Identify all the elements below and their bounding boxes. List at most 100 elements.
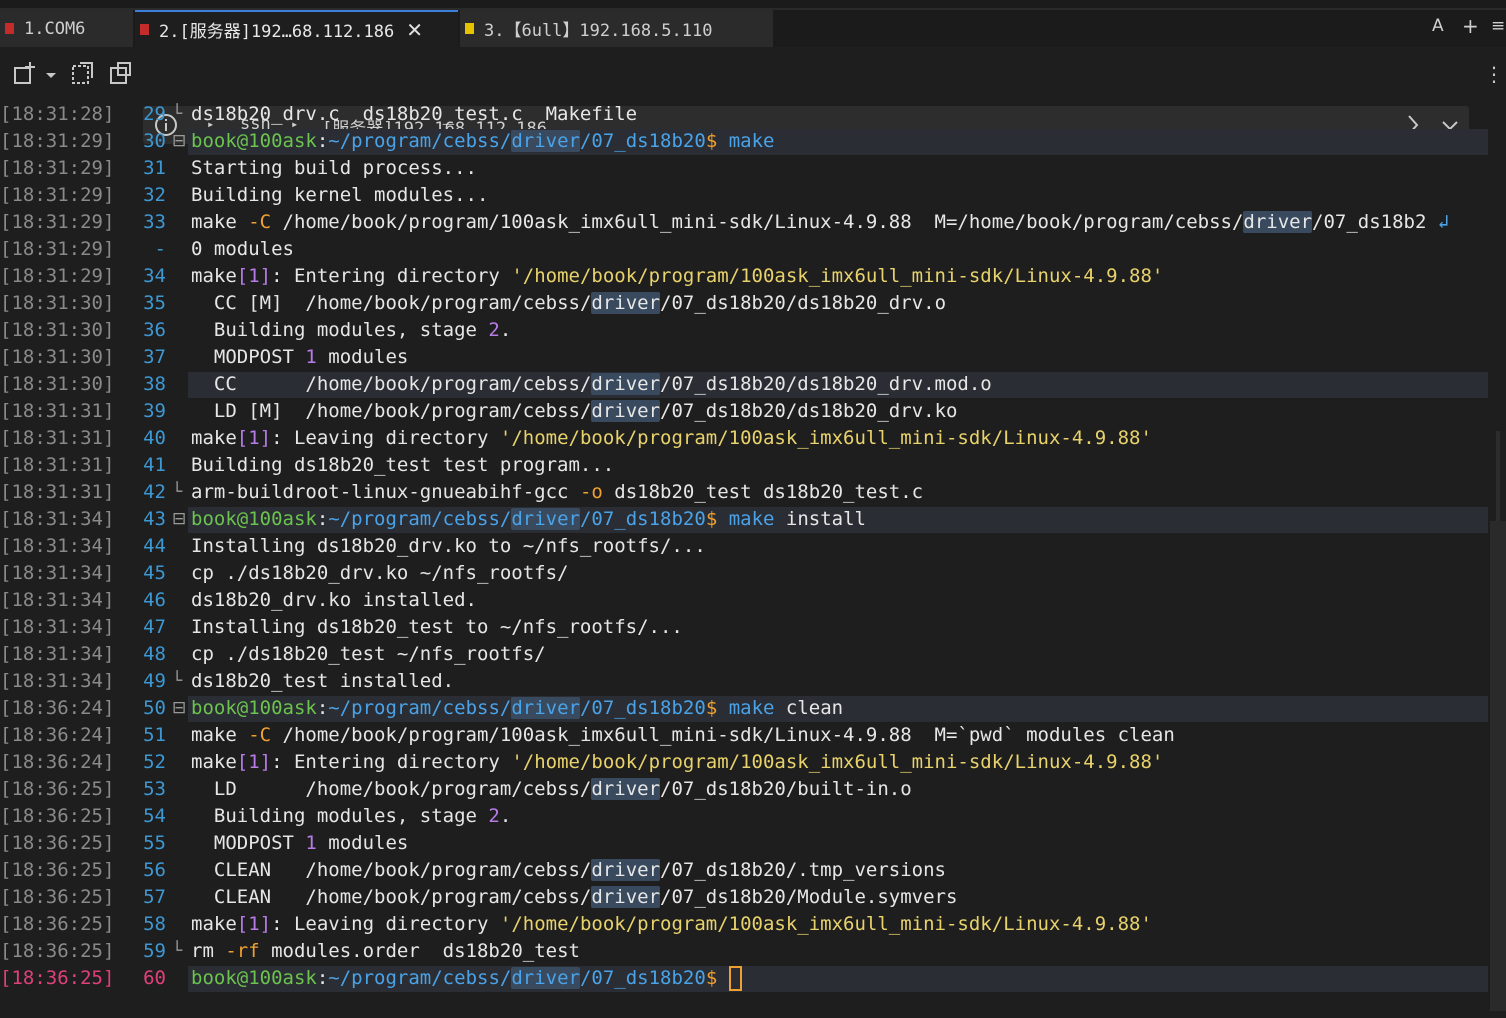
line-number: 32	[143, 184, 166, 206]
add-tab-icon[interactable]: +	[1462, 14, 1479, 38]
text-segment: make	[191, 211, 249, 233]
line-number: 41	[143, 454, 166, 476]
text-segment: cp ./ds18b20_drv.ko ~/nfs_rootfs/	[191, 562, 569, 584]
terminal-line: [18:31:31] 41 Building ds18b20_test test p…	[0, 452, 1490, 479]
line-text: CLEAN /home/book/program/cebss/driver/07…	[191, 857, 946, 884]
fold-toggle-icon[interactable]: ⊟	[172, 128, 186, 155]
close-icon[interactable]: ✕	[406, 18, 423, 42]
terminal-line: [18:31:30] 38 CC /home/book/program/cebss…	[0, 371, 1490, 398]
tab-status-icon	[5, 23, 14, 34]
terminal-line: [18:36:25] 58 make[1]: Leaving directory '…	[0, 911, 1490, 938]
text-segment: : Leaving directory	[271, 427, 500, 449]
text-segment: /07_ds18b20/.tmp_versions	[660, 859, 946, 881]
line-number: 53	[143, 778, 166, 800]
text-segment: 1	[305, 832, 317, 854]
tab-com6[interactable]: 1.COM6	[0, 10, 133, 47]
tab-status-icon	[465, 23, 474, 34]
text-segment: -rf	[225, 940, 260, 962]
timestamp: [18:36:25]	[0, 859, 115, 881]
timestamp: [18:36:25]	[0, 967, 115, 989]
more-options-icon[interactable]: ⋮	[1484, 62, 1504, 86]
fold-toggle-icon[interactable]: ⊟	[172, 506, 186, 533]
terminal-line: [18:31:30] 35 CC [M] /home/book/program/c…	[0, 290, 1490, 317]
timestamp: [18:31:29]	[0, 265, 115, 287]
terminal-line: [18:31:30] 37 MODPOST 1 modules	[0, 344, 1490, 371]
line-text: book@100ask:~/program/cebss/driver/07_ds…	[191, 506, 866, 533]
terminal-line: [18:31:34] 43 ⊟ book@100ask:~/program/cebss…	[0, 506, 1490, 533]
line-text: make[1]: Leaving directory '/home/book/p…	[191, 425, 1152, 452]
text-segment: : Entering directory	[271, 751, 512, 773]
text-segment: [M]	[248, 292, 283, 314]
line-number: 45	[143, 562, 166, 584]
text-segment: Installing ds18b20_test to ~/nfs_rootfs/…	[191, 616, 683, 638]
text-segment: make	[728, 130, 775, 152]
text-segment: ds18b20_test ds18b20_test.c	[602, 481, 924, 503]
terminal-output[interactable]: [18:31:28] 29 └ ds18b20_drv.c ds18b20_test.…	[0, 101, 1490, 1018]
terminal-line: [18:36:24] 51 make -C /home/book/program/1…	[0, 722, 1490, 749]
text-segment: make	[191, 724, 249, 746]
line-number: -	[154, 238, 166, 260]
line-number: 59	[143, 940, 166, 962]
text-segment: driver	[511, 130, 580, 152]
line-text: Starting build process...	[191, 155, 477, 182]
text-segment: .	[499, 319, 512, 341]
text-segment: ds18b20_test installed.	[191, 670, 455, 692]
line-text: make -C /home/book/program/100ask_imx6ul…	[191, 722, 1175, 749]
dropdown-icon[interactable]	[44, 66, 58, 85]
fold-end-icon: └	[172, 941, 183, 961]
line-text: CLEAN /home/book/program/cebss/driver/07…	[191, 884, 957, 911]
text-segment: .	[499, 805, 512, 827]
text-segment: book@100ask	[191, 697, 317, 719]
timestamp: [18:31:30]	[0, 292, 115, 314]
line-text: make[1]: Entering directory '/home/book/…	[191, 749, 1163, 776]
font-size-icon[interactable]: A	[1432, 16, 1444, 36]
terminal-line: [18:36:25] 56 CLEAN /home/book/program/ce…	[0, 857, 1490, 884]
text-segment: driver	[591, 292, 661, 314]
fold-toggle-icon[interactable]: ⊟	[172, 695, 186, 722]
duplicate-session-icon[interactable]	[70, 60, 96, 90]
terminal-line: [18:31:31] 39 LD [M] /home/book/program/c…	[0, 398, 1490, 425]
text-segment: MODPOST	[191, 346, 306, 368]
timestamp: [18:31:29]	[0, 238, 115, 260]
timestamp: [18:31:31]	[0, 481, 115, 503]
timestamp: [18:31:29]	[0, 130, 115, 152]
text-segment: :	[316, 967, 329, 989]
line-text: LD /home/book/program/cebss/driver/07_ds…	[191, 776, 912, 803]
scrollbar[interactable]	[1490, 101, 1506, 1018]
fold-end-icon: └	[172, 104, 183, 124]
line-text: MODPOST 1 modules	[191, 830, 408, 857]
timestamp: [18:31:34]	[0, 643, 115, 665]
text-segment: driver	[591, 400, 661, 422]
line-text: Building ds18b20_test test program...	[191, 452, 614, 479]
line-text: ds18b20_drv.ko installed.	[191, 587, 477, 614]
text-segment: install	[774, 508, 866, 530]
menu-icon[interactable]: ≡	[1491, 16, 1505, 36]
line-number: 39	[143, 400, 166, 422]
timestamp: [18:36:25]	[0, 805, 115, 827]
text-segment: /07_ds18b2	[1312, 211, 1438, 233]
tab-6ull[interactable]: 3.【6ull】192.168.5.110	[460, 10, 773, 47]
toolbar: ▸ ssh ▸ [服务器]192.168.112.186 ⋮	[0, 50, 1506, 144]
tab-server-ssh[interactable]: 2.[服务器]192…68.112.186 ✕	[135, 10, 458, 47]
scrollbar-thumb[interactable]	[1490, 521, 1506, 1011]
text-segment: rm	[191, 940, 226, 962]
text-segment: driver	[591, 886, 661, 908]
line-number: 55	[143, 832, 166, 854]
tab-label: 1.COM6	[24, 18, 86, 39]
open-in-new-icon[interactable]	[108, 60, 134, 90]
text-segment: ~/program/cebss/	[328, 967, 512, 989]
line-text: make -C /home/book/program/100ask_imx6ul…	[191, 209, 1449, 236]
line-number: 31	[143, 157, 166, 179]
terminal-line: [18:31:31] 40 make[1]: Leaving directory '…	[0, 425, 1490, 452]
timestamp: [18:31:31]	[0, 454, 115, 476]
line-number: 54	[143, 805, 166, 827]
text-segment: $	[705, 130, 729, 152]
timestamp: [18:36:25]	[0, 913, 115, 935]
text-segment: make	[728, 508, 775, 530]
line-text: CC /home/book/program/cebss/driver/07_ds…	[191, 371, 992, 398]
timestamp: [18:36:25]	[0, 886, 115, 908]
line-number: 48	[143, 643, 166, 665]
line-number: 38	[143, 373, 166, 395]
text-segment: Building modules, stage	[191, 319, 489, 341]
new-session-icon[interactable]	[12, 60, 38, 90]
